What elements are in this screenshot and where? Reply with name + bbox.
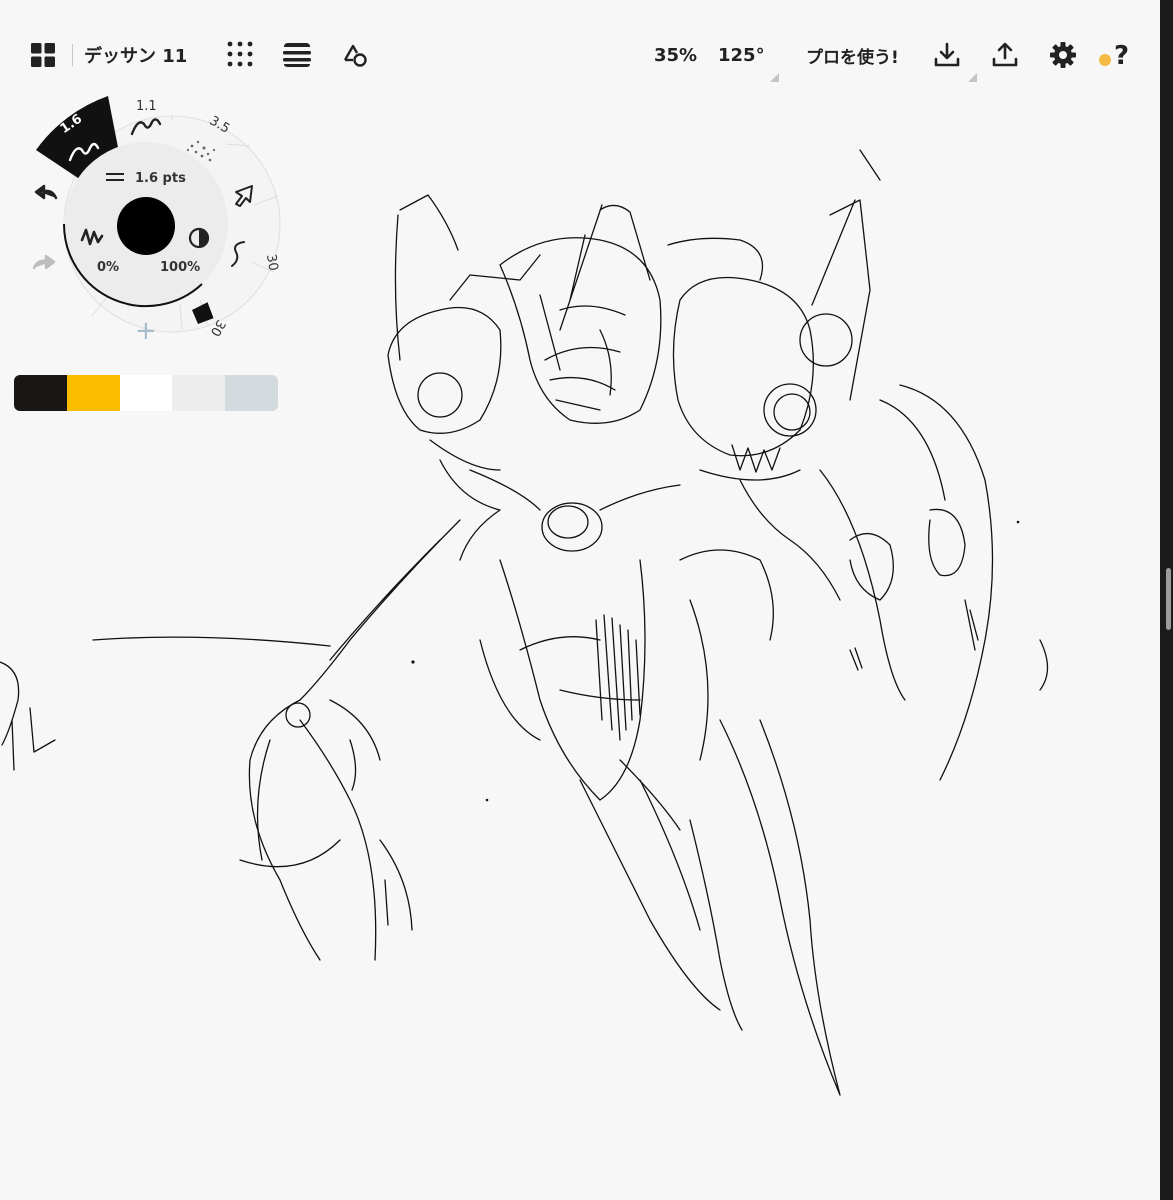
smoothing-value: 0% (97, 260, 119, 275)
sketch-stroke (92, 636, 331, 647)
sketch-stroke (387, 306, 502, 434)
sketch-dot (485, 798, 489, 802)
shapes-icon (343, 44, 367, 67)
sketch-stroke (248, 699, 377, 961)
grid-button[interactable] (224, 38, 256, 70)
stroke-size-value: 1.6 pts (135, 171, 186, 186)
sketch-stroke (439, 459, 501, 561)
color-swatch[interactable] (119, 375, 173, 411)
color-palette (14, 375, 278, 411)
undo-button[interactable] (34, 184, 58, 200)
sketch-loop (417, 372, 463, 418)
layers-icon (283, 43, 311, 67)
sketch-stroke (672, 276, 814, 457)
sketch-stroke (667, 237, 764, 281)
sketch-stroke (879, 384, 994, 781)
sketch-stroke (595, 614, 641, 741)
sketch-stroke (429, 439, 801, 481)
sketch-dot (1016, 520, 1020, 524)
sketch-stroke (579, 779, 721, 1011)
help-icon: ? (1099, 41, 1129, 71)
smoothing-ring-value: 30 (263, 253, 281, 272)
sketch-stroke (519, 549, 774, 651)
add-tool-button[interactable]: + (135, 316, 157, 346)
zoom-level[interactable]: 35% (654, 42, 697, 68)
rotation-angle[interactable]: 125° (718, 42, 765, 68)
dot-grid-icon (227, 41, 253, 67)
sketch-eye (799, 313, 853, 367)
sketch-stroke (819, 469, 906, 701)
sketch-eye (763, 383, 817, 437)
color-swatch[interactable] (66, 375, 120, 411)
color-swatch[interactable] (172, 375, 226, 411)
sketch-stroke (299, 519, 461, 701)
tool-wheel: 1.6 1.1 3.5 30 30 + 1.6 pts 0% 100% (32, 96, 281, 346)
add-icon: + (135, 316, 157, 346)
redo-icon (32, 254, 56, 270)
color-swatch[interactable] (14, 375, 67, 411)
sketch-stroke (559, 689, 681, 831)
sketch-stroke (469, 469, 681, 511)
scroll-indicator[interactable] (1166, 568, 1171, 630)
gallery-grid-icon (31, 43, 55, 67)
sketch-stroke (849, 647, 863, 671)
sketch-stroke (739, 479, 841, 601)
download-icon (934, 42, 960, 67)
export-button[interactable] (930, 38, 964, 72)
zoom-menu-indicator (770, 73, 779, 82)
color-swatch[interactable] (225, 375, 278, 411)
sketch-stroke (0, 661, 56, 771)
shapes-button[interactable] (340, 40, 370, 70)
sketch-stroke (256, 699, 381, 861)
title-divider (72, 44, 73, 66)
gallery-button[interactable] (28, 40, 58, 70)
undo-icon (34, 184, 58, 200)
sketch-loop (541, 502, 603, 552)
help-label: ? (1114, 41, 1129, 71)
sketch-stroke (449, 254, 541, 301)
opacity-value: 100% (160, 260, 200, 275)
sketch-stroke (849, 533, 894, 601)
sketch-dot (411, 660, 415, 664)
share-button[interactable] (988, 38, 1022, 72)
sketch-eye (773, 393, 811, 431)
sketch-loop (285, 702, 311, 728)
sketch-stroke (928, 508, 966, 577)
sketch-stroke (811, 149, 881, 401)
redo-button[interactable] (32, 254, 56, 270)
sketch-stroke (689, 819, 743, 1031)
sketch-stroke (559, 204, 651, 331)
current-color[interactable] (117, 197, 175, 255)
brush-2-size: 1.1 (136, 99, 157, 114)
settings-button[interactable] (1046, 38, 1080, 72)
sketch-stroke (479, 599, 709, 761)
layers-button[interactable] (280, 38, 314, 70)
upload-icon (992, 42, 1018, 67)
help-button[interactable]: ? (1096, 36, 1132, 72)
drawing-app: デッサン 11 35% 125° プロを使う! ? 1.6 1.1 3.5 30… (0, 0, 1160, 1200)
sketch-stroke (719, 719, 841, 1096)
sketch-stroke (499, 237, 662, 424)
document-title[interactable]: デッサン 11 (84, 42, 187, 68)
sketch-loop (547, 505, 589, 539)
gear-icon (1050, 42, 1076, 68)
go-pro-button[interactable]: プロを使う! (806, 42, 899, 68)
export-menu-indicator (968, 73, 977, 82)
sketch-stroke (394, 194, 459, 361)
